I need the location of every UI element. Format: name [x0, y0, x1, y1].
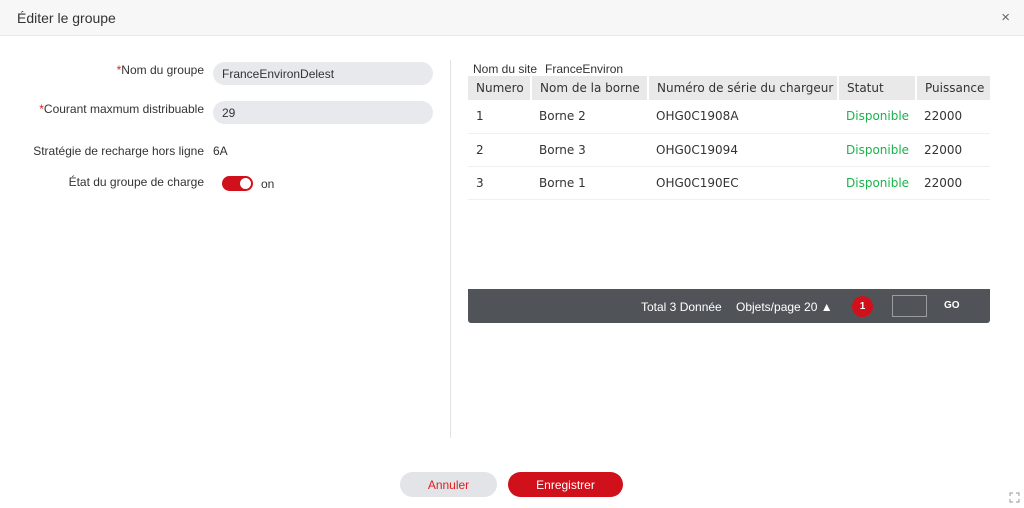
max-current-input[interactable] — [213, 101, 433, 124]
table-row[interactable]: 3 Borne 1 OHG0C190EC Disponible 22000 — [468, 166, 990, 200]
go-button[interactable]: GO — [944, 300, 960, 311]
group-name-label: *Nom du groupe — [116, 63, 204, 77]
cell-numero: 2 — [468, 133, 531, 167]
cell-nom-borne: Borne 2 — [531, 100, 648, 134]
table-row[interactable]: 2 Borne 3 OHG0C19094 Disponible 22000 — [468, 133, 990, 167]
group-state-label: État du groupe de charge — [68, 175, 204, 189]
save-button[interactable]: Enregistrer — [508, 472, 623, 497]
table-row[interactable]: 1 Borne 2 OHG0C1908A Disponible 22000 — [468, 100, 990, 134]
site-value: FranceEnviron — [545, 62, 624, 76]
cell-serial: OHG0C1908A — [648, 100, 838, 134]
cell-nom-borne: Borne 3 — [531, 133, 648, 167]
resize-icon[interactable] — [1009, 492, 1020, 503]
cell-statut: Disponible — [838, 100, 916, 134]
pagination-total: Total 3 Donnée — [641, 300, 722, 314]
cell-serial: OHG0C19094 — [648, 133, 838, 167]
cell-statut: Disponible — [838, 133, 916, 167]
group-name-row: *Nom du groupe — [0, 62, 440, 86]
max-current-row: *Courant maxmum distribuable — [0, 101, 440, 125]
cell-statut: Disponible — [838, 166, 916, 200]
offline-strategy-value: 6A — [213, 144, 228, 158]
column-header-nom-borne[interactable]: Nom de la borne — [531, 76, 649, 100]
offline-strategy-row: Stratégie de recharge hors ligne 6A — [0, 143, 440, 167]
column-header-puissance[interactable]: Puissance — [916, 76, 990, 100]
site-info: Nom du site FranceEnviron — [473, 62, 631, 76]
cell-puissance: 22000 — [916, 166, 990, 200]
column-header-numero[interactable]: Numero — [468, 76, 532, 100]
group-state-toggle[interactable] — [222, 176, 253, 191]
group-state-row: État du groupe de charge on — [0, 174, 440, 198]
cell-puissance: 22000 — [916, 133, 990, 167]
table-header-row: Numero Nom de la borne Numéro de série d… — [468, 76, 990, 100]
column-header-serial[interactable]: Numéro de série du chargeur — [648, 76, 839, 100]
dialog-title: Éditer le groupe — [17, 10, 116, 26]
group-state-toggle-label: on — [261, 177, 275, 191]
vertical-divider — [450, 60, 451, 438]
cell-numero: 1 — [468, 100, 531, 134]
chargers-table: Numero Nom de la borne Numéro de série d… — [468, 76, 990, 200]
pagination-bar: Total 3 Donnée Objets/page 20 ▲ 1 GO — [468, 289, 990, 323]
group-name-input[interactable] — [213, 62, 433, 85]
cell-numero: 3 — [468, 166, 531, 200]
max-current-label: *Courant maxmum distribuable — [39, 102, 204, 116]
cancel-button[interactable]: Annuler — [400, 472, 497, 497]
cell-puissance: 22000 — [916, 100, 990, 134]
cell-nom-borne: Borne 1 — [531, 166, 648, 200]
column-header-statut[interactable]: Statut — [838, 76, 917, 100]
page-button-current[interactable]: 1 — [852, 296, 873, 317]
toggle-knob — [240, 178, 251, 189]
offline-strategy-label: Stratégie de recharge hors ligne — [33, 144, 204, 158]
goto-page-input[interactable] — [892, 295, 927, 317]
per-page-select[interactable]: Objets/page 20 ▲ — [736, 300, 833, 314]
site-label: Nom du site — [473, 62, 538, 76]
cell-serial: OHG0C190EC — [648, 166, 838, 200]
close-icon[interactable]: × — [1001, 10, 1010, 25]
dialog-header: Éditer le groupe × — [0, 0, 1024, 36]
